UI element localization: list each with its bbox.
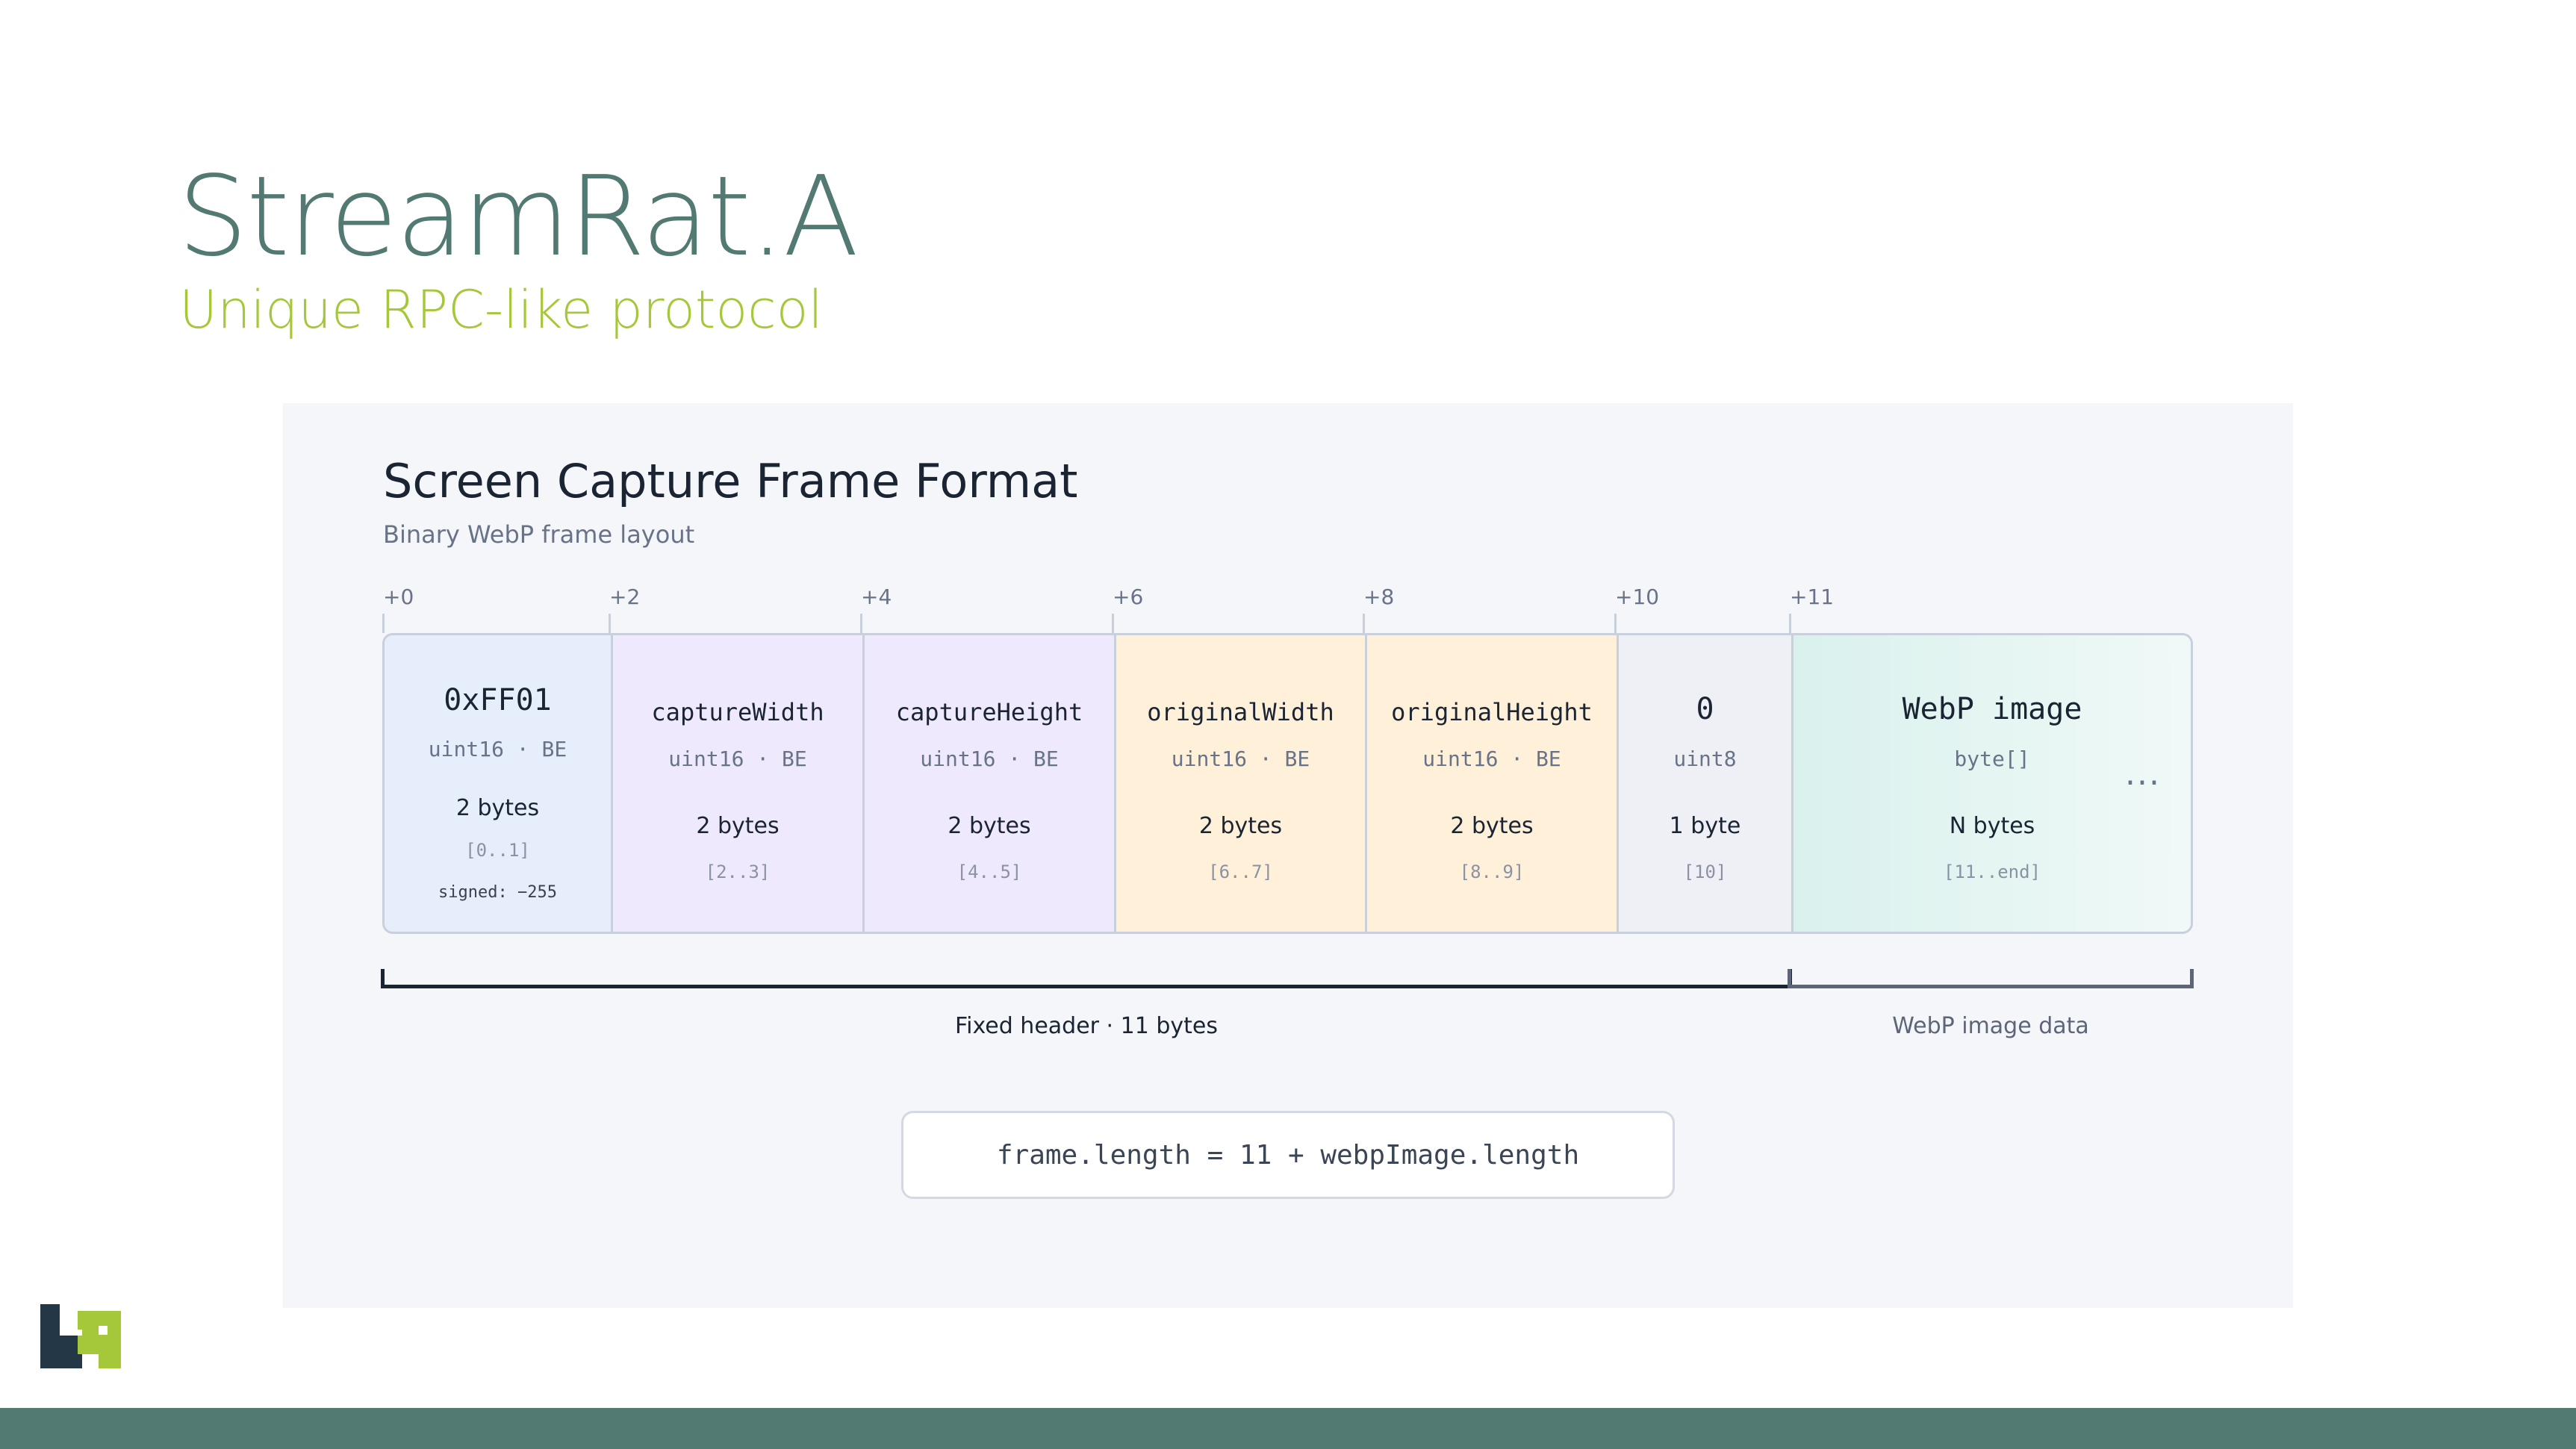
data-bracket bbox=[1788, 969, 2194, 988]
field-name: 0xFF01 bbox=[444, 683, 552, 717]
offset-tick bbox=[382, 614, 385, 633]
frame-layout: 0xFF01 uint16 · BE 2 bytes [0..1] signed… bbox=[382, 633, 2193, 934]
field-name: originalHeight bbox=[1391, 698, 1593, 726]
slide-subtitle: Unique RPC-like protocol bbox=[179, 279, 823, 340]
offset-label: +0 bbox=[383, 585, 414, 609]
field-webp-image: WebP image byte[] N bytes [11..end] ... bbox=[1791, 635, 2191, 932]
field-name: 0 bbox=[1696, 692, 1714, 726]
diagram-subtitle: Binary WebP frame layout bbox=[383, 520, 695, 549]
field-note: signed: −255 bbox=[438, 883, 557, 902]
field-capture-width: captureWidth uint16 · BE 2 bytes [2..3] bbox=[611, 635, 862, 932]
field-size: 2 bytes bbox=[1198, 813, 1283, 839]
field-name: originalWidth bbox=[1147, 698, 1334, 726]
continuation-ellipsis: ... bbox=[2125, 755, 2161, 793]
field-size: 2 bytes bbox=[948, 813, 1031, 839]
header-bracket-label: Fixed header · 11 bytes bbox=[955, 1013, 1218, 1039]
header-bracket bbox=[381, 969, 1792, 988]
field-original-width: originalWidth uint16 · BE 2 bytes [6..7] bbox=[1114, 635, 1365, 932]
field-range: [6..7] bbox=[1208, 861, 1273, 882]
offset-label: +4 bbox=[861, 585, 892, 609]
field-range: [10] bbox=[1683, 861, 1727, 882]
field-name: captureWidth bbox=[651, 698, 824, 726]
field-original-height: originalHeight uint16 · BE 2 bytes [8..9… bbox=[1365, 635, 1617, 932]
field-type: uint8 bbox=[1673, 747, 1737, 771]
field-size: 2 bytes bbox=[455, 795, 540, 821]
slide-title: StreamRat.A bbox=[178, 152, 859, 281]
field-type: uint16 · BE bbox=[668, 747, 807, 771]
field-size: N bytes bbox=[1949, 813, 2035, 839]
offset-label: +6 bbox=[1113, 585, 1144, 609]
offset-tick bbox=[860, 614, 862, 633]
offset-label: +10 bbox=[1615, 585, 1660, 609]
field-size: 2 bytes bbox=[696, 813, 780, 839]
offset-label: +8 bbox=[1363, 585, 1395, 609]
field-capture-height: captureHeight uint16 · BE 2 bytes [4..5] bbox=[862, 635, 1114, 932]
data-bracket-label: WebP image data bbox=[1892, 1013, 2089, 1039]
offset-label: +2 bbox=[609, 585, 641, 609]
offset-tick bbox=[1614, 614, 1617, 633]
offset-tick bbox=[1112, 614, 1114, 633]
field-type: uint16 · BE bbox=[428, 737, 567, 761]
field-range: [2..3] bbox=[705, 861, 771, 882]
field-size: 2 bytes bbox=[1450, 813, 1534, 839]
field-magic: 0xFF01 uint16 · BE 2 bytes [0..1] signed… bbox=[385, 635, 611, 932]
offset-tick bbox=[1789, 614, 1791, 633]
field-reserved: 0 uint8 1 byte [10] bbox=[1617, 635, 1791, 932]
footer-bar bbox=[0, 1408, 2576, 1449]
offset-label: +11 bbox=[1790, 585, 1835, 609]
field-name: captureHeight bbox=[895, 698, 1083, 726]
company-logo bbox=[40, 1304, 121, 1368]
field-range: [4..5] bbox=[956, 861, 1022, 882]
field-range: [8..9] bbox=[1459, 861, 1525, 882]
field-type: uint16 · BE bbox=[920, 747, 1059, 771]
field-range: [11..end] bbox=[1943, 861, 2041, 882]
offset-tick bbox=[609, 614, 611, 633]
field-type: uint16 · BE bbox=[1422, 747, 1561, 771]
offset-tick bbox=[1363, 614, 1365, 633]
diagram-title: Screen Capture Frame Format bbox=[383, 454, 1078, 508]
field-type: uint16 · BE bbox=[1171, 747, 1310, 771]
frame-length-formula: frame.length = 11 + webpImage.length bbox=[901, 1111, 1675, 1199]
field-size: 1 byte bbox=[1669, 813, 1741, 839]
field-name: WebP image bbox=[1902, 692, 2082, 726]
field-range: [0..1] bbox=[465, 840, 530, 861]
